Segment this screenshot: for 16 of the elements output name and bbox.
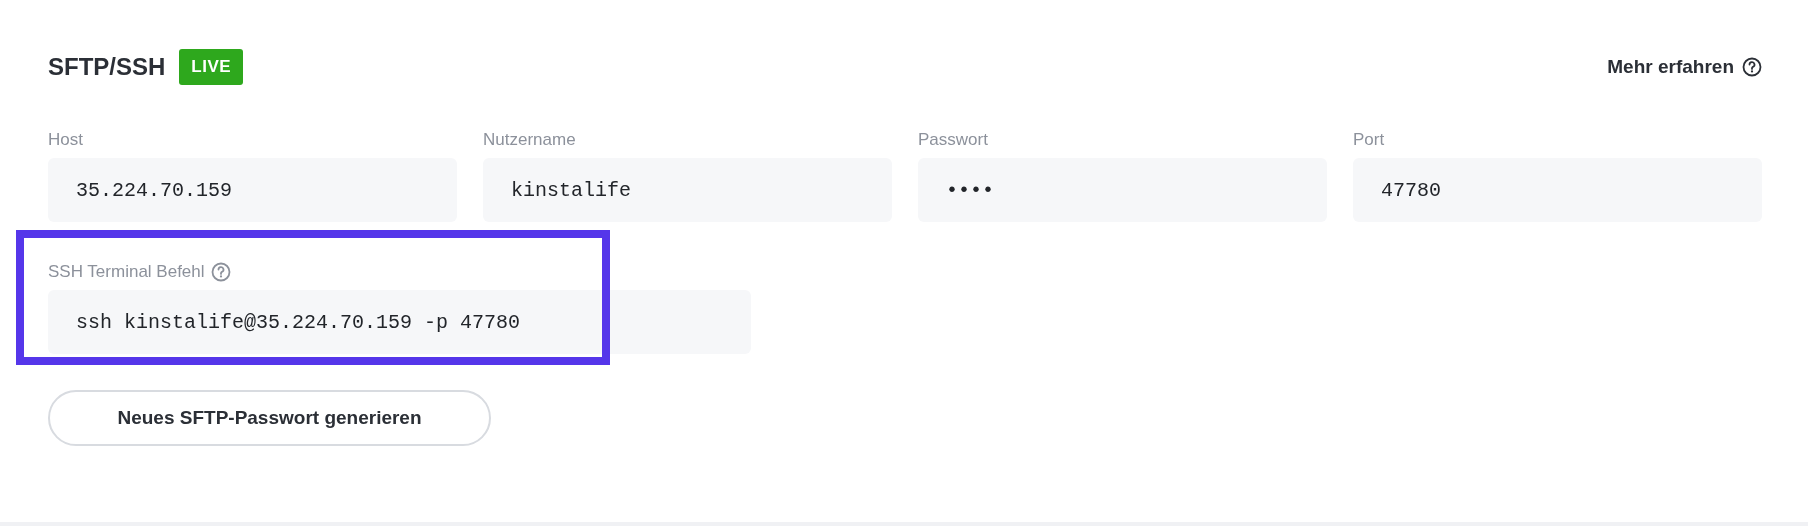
field-label: Host <box>48 130 83 150</box>
generate-password-button[interactable]: Neues SFTP-Passwort generieren <box>48 390 491 446</box>
field-label: SSH Terminal Befehl <box>48 262 205 282</box>
input-field[interactable]: •••• <box>918 158 1327 222</box>
section-title: SFTP/SSH <box>48 53 166 81</box>
learn-more-link[interactable]: Mehr erfahren <box>1607 56 1762 78</box>
input-field[interactable]: 35.224.70.159 <box>48 158 457 222</box>
input-field[interactable]: 47780 <box>1353 158 1762 222</box>
help-icon <box>1742 57 1762 77</box>
command-field[interactable]: ssh kinstalife@35.224.70.159 -p 47780 <box>48 290 751 354</box>
field-label: Passwort <box>918 130 988 150</box>
field-label: Port <box>1353 130 1385 150</box>
status-badge: LIVE <box>179 49 244 85</box>
help-icon <box>210 262 231 282</box>
field-label: Nutzername <box>483 130 576 150</box>
input-field[interactable]: kinstalife <box>483 158 892 222</box>
